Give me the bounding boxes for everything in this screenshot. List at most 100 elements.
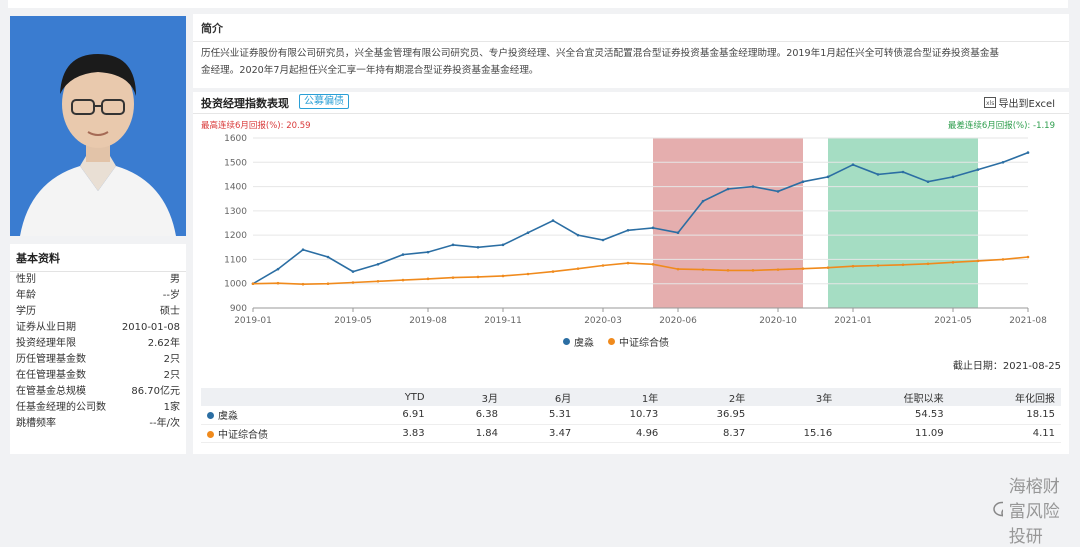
- table-cell: 36.95: [664, 406, 752, 425]
- series-point: [551, 270, 555, 273]
- profile-row-label: 跳槽频率: [16, 418, 56, 429]
- highlight-band: [653, 138, 803, 308]
- profile-row-value: --岁: [162, 290, 180, 301]
- x-tick-label: 2019-08: [409, 316, 447, 326]
- series-point: [401, 278, 405, 282]
- x-tick-label: 2020-06: [659, 316, 697, 326]
- y-tick-label: 1000: [224, 280, 247, 290]
- profile-row-label: 在任管理基金数: [16, 370, 86, 381]
- table-row-name: 虞淼: [201, 406, 358, 425]
- table-header-cell: 1年: [577, 388, 665, 406]
- series-point: [876, 264, 880, 267]
- series-point: [651, 262, 655, 266]
- series-point: [751, 269, 755, 272]
- series-point: [726, 187, 730, 191]
- series-point: [951, 261, 955, 264]
- legend-manager[interactable]: 虞淼: [563, 334, 594, 349]
- series-point: [276, 267, 280, 271]
- profile-row: 学历 硕士: [10, 304, 186, 320]
- series-point: [626, 261, 630, 265]
- series-point: [851, 264, 855, 268]
- table-row-name: 中证综合债: [201, 424, 358, 443]
- series-point: [651, 226, 655, 230]
- series-point: [601, 238, 605, 242]
- legend-manager-label: 虞淼: [574, 338, 594, 349]
- x-tick-label: 2019-05: [334, 316, 372, 326]
- series-point: [301, 282, 305, 286]
- table-cell: 18.15: [949, 406, 1061, 425]
- series-point: [901, 170, 905, 174]
- profile-row-value: --年/次: [149, 418, 180, 429]
- table-cell: 54.53: [838, 406, 950, 425]
- profile-row: 在管基金总规模 86.70亿元: [10, 384, 186, 400]
- export-excel-button[interactable]: xls 导出到Excel: [983, 95, 1055, 110]
- series-point: [926, 180, 930, 184]
- y-tick-label: 1300: [224, 207, 247, 217]
- panel-title: 投资经理指数表现: [201, 97, 289, 110]
- series-point: [576, 233, 580, 237]
- series-point: [901, 263, 905, 267]
- series-point: [351, 270, 355, 273]
- series-point: [251, 282, 255, 286]
- x-tick-label: 2019-11: [484, 316, 522, 326]
- table-row-label: 中证综合债: [218, 429, 268, 441]
- profile-row: 投资经理年限 2.62年: [10, 336, 186, 352]
- table-header-cell: 2年: [664, 388, 752, 406]
- series-point: [851, 163, 855, 167]
- svg-text:xls: xls: [986, 100, 994, 107]
- returns-table: YTD 3月 6月 1年 2年 3年 任职以来 年化回报 虞淼 6.91 6.38 5.31 10.7…: [201, 388, 1061, 443]
- profile-card: 基本资料 性别 男年龄 --岁 学历 硕士 证券从业日期 2010-01-08 投资经理年限 2…: [10, 244, 186, 454]
- series-point: [876, 173, 880, 176]
- legend-benchmark[interactable]: 中证综合债: [608, 334, 669, 349]
- category-tag[interactable]: 公募偏债: [299, 94, 349, 109]
- table-header-cell: YTD: [357, 388, 431, 406]
- profile-row-value: 2只: [163, 370, 180, 381]
- table-cell: 3.83: [357, 424, 431, 443]
- profile-row: 在任管理基金数 2只: [10, 368, 186, 384]
- series-point: [526, 272, 530, 276]
- intro-card: 简介 历任兴业证券股份有限公司研究员，兴全基金管理有限公司研究员、专户投资经理、…: [193, 14, 1069, 88]
- table-cell: 11.09: [838, 424, 950, 443]
- profile-row-label: 性别: [16, 274, 36, 285]
- profile-row-value: 1家: [163, 402, 180, 413]
- profile-row-value: 硕士: [160, 306, 180, 317]
- y-tick-label: 900: [230, 304, 247, 314]
- x-tick-label: 2020-10: [759, 316, 797, 326]
- profile-row-label: 任基金经理的公司数: [16, 402, 106, 413]
- series-point: [426, 250, 430, 254]
- table-cell: 10.73: [577, 406, 665, 425]
- table-cell: 6.38: [430, 406, 504, 425]
- intro-line-2: 金经理。2020年7月起担任兴全汇享一年持有期混合型证券投资基金基金经理。: [201, 65, 539, 76]
- profile-row-value: 2010-01-08: [121, 322, 180, 333]
- series-point: [276, 281, 280, 285]
- legend-benchmark-label: 中证综合债: [619, 338, 669, 349]
- series-point: [1001, 258, 1005, 261]
- chart-legend: 虞淼 中证综合债: [563, 334, 669, 349]
- x-tick-label: 2021-01: [834, 316, 872, 326]
- x-tick-label: 2021-05: [934, 316, 972, 326]
- profile-row: 性别 男: [10, 272, 186, 288]
- profile-title: 基本资料: [10, 244, 186, 272]
- table-header-cell: 3月: [430, 388, 504, 406]
- profile-rows: 性别 男年龄 --岁 学历 硕士 证券从业日期 2010-01-08 投资经理年限 2.62年历…: [10, 272, 186, 432]
- series-point: [476, 275, 480, 279]
- series-point: [676, 231, 680, 235]
- y-tick-label: 1200: [224, 231, 247, 241]
- series-point: [426, 277, 430, 281]
- profile-row-value: 86.70亿元: [131, 386, 180, 397]
- series-point: [401, 253, 405, 256]
- series-point: [1026, 151, 1030, 154]
- table-header-row: YTD 3月 6月 1年 2年 3年 任职以来 年化回报: [201, 388, 1061, 406]
- x-tick-label: 2020-03: [584, 316, 622, 326]
- y-tick-label: 1400: [224, 183, 247, 193]
- series-point: [951, 175, 955, 179]
- table-cell: 5.31: [503, 406, 578, 425]
- table-cell: 8.37: [664, 424, 752, 443]
- intro-title: 简介: [193, 14, 1069, 42]
- profile-row-value: 2只: [163, 354, 180, 365]
- x-tick-label: 2021-08: [1009, 316, 1047, 326]
- y-tick-label: 1100: [224, 255, 247, 265]
- table-header-cell: 6月: [503, 388, 578, 406]
- table-cell: 4.11: [949, 424, 1061, 443]
- series-point: [726, 269, 730, 272]
